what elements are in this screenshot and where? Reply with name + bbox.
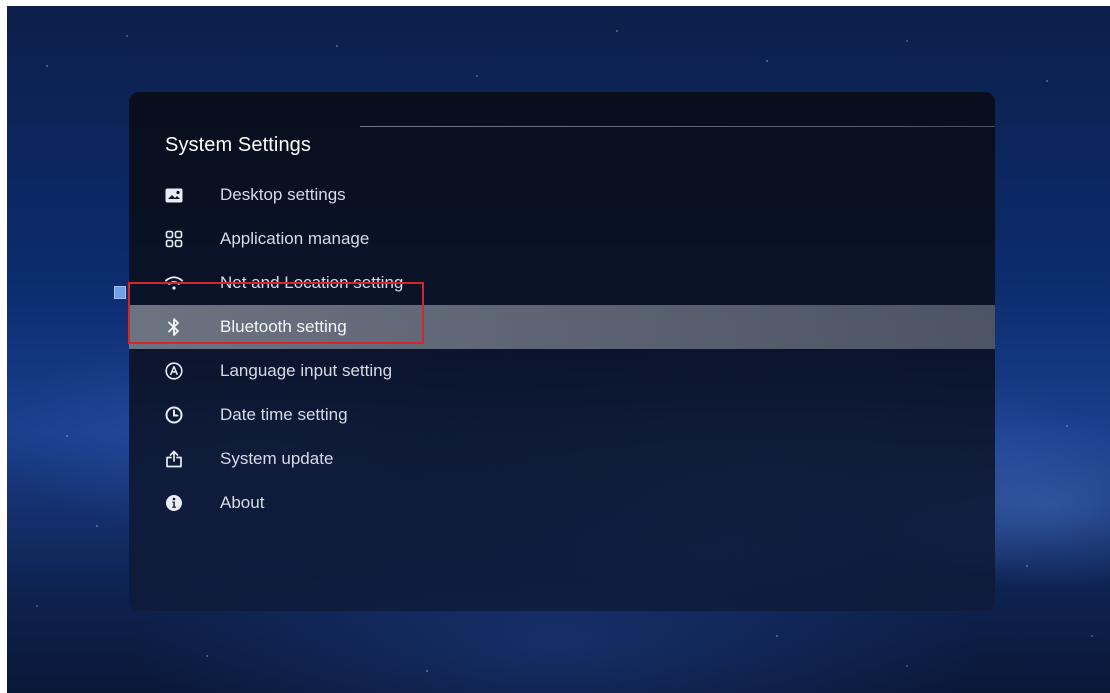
info-icon xyxy=(163,492,185,514)
panel-title: System Settings xyxy=(165,134,312,156)
clock-icon xyxy=(163,404,185,426)
upload-icon xyxy=(163,448,185,470)
focus-marker xyxy=(114,286,126,299)
menu-item-language-input[interactable]: Language input setting xyxy=(129,349,995,393)
menu-item-about[interactable]: About xyxy=(129,481,995,525)
menu-item-label: Application manage xyxy=(220,229,370,248)
menu-item-system-update[interactable]: System update xyxy=(129,437,995,481)
menu-item-label: Language input setting xyxy=(220,361,393,380)
menu-item-date-time[interactable]: Date time setting xyxy=(129,393,995,437)
menu-item-label: System update xyxy=(220,449,334,468)
system-settings-panel: System Settings Desktop settings Applica… xyxy=(129,92,995,611)
tv-screen: System Settings Desktop settings Applica… xyxy=(7,6,1110,693)
selection-highlight-box xyxy=(128,282,424,344)
menu-item-label: Date time setting xyxy=(220,405,348,424)
title-divider xyxy=(360,126,995,127)
menu-item-application-manage[interactable]: Application manage xyxy=(129,217,995,261)
grid-apps-icon xyxy=(163,228,185,250)
language-a-icon xyxy=(163,360,185,382)
menu-item-label: About xyxy=(220,493,265,512)
desktop-image-icon xyxy=(163,184,185,206)
menu-item-label: Desktop settings xyxy=(220,185,346,204)
menu-item-desktop-settings[interactable]: Desktop settings xyxy=(129,173,995,217)
